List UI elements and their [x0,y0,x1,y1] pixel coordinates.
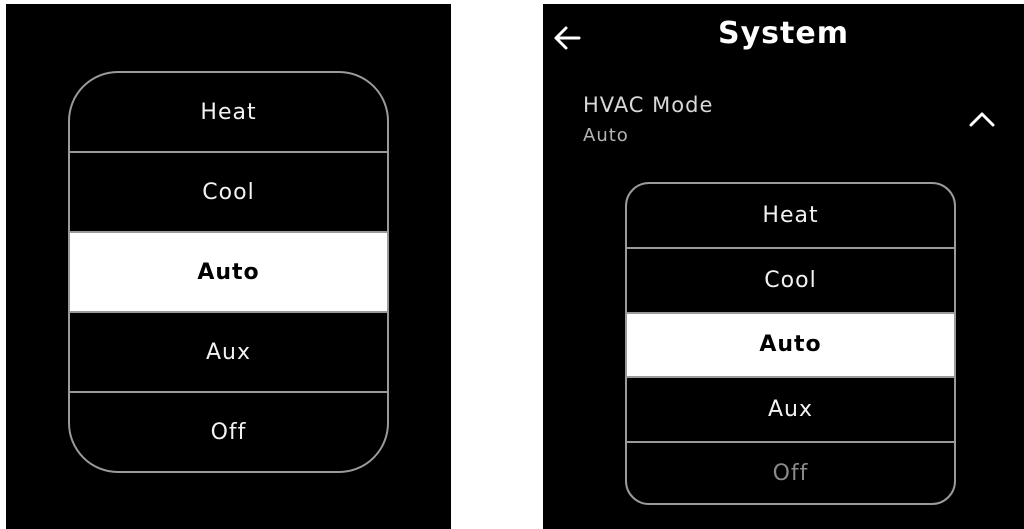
collapse-button[interactable] [967,108,997,130]
mode-option-heat[interactable]: Heat [70,73,387,151]
hvac-mode-picker-panel: Heat Cool Auto Aux Off [6,4,451,529]
chevron-up-icon [969,112,995,127]
mode-option-cool[interactable]: Cool [70,151,387,231]
page-title: System [718,16,849,51]
system-settings-panel: System HVAC Mode Auto Heat Cool Auto Aux… [543,4,1024,529]
mode-option-off[interactable]: Off [70,391,387,471]
dropdown-option-auto[interactable]: Auto [627,311,954,376]
hvac-mode-label[interactable]: HVAC Mode [583,93,713,117]
dropdown-option-off[interactable]: Off [627,440,954,504]
mode-option-auto[interactable]: Auto [70,231,387,311]
dropdown-option-aux[interactable]: Aux [627,376,954,441]
mode-options-dropdown: Heat Cool Auto Aux Off [625,182,956,505]
dropdown-option-cool[interactable]: Cool [627,247,954,312]
dropdown-option-heat[interactable]: Heat [627,184,954,247]
mode-options-list: Heat Cool Auto Aux Off [68,71,389,473]
mode-option-aux[interactable]: Aux [70,311,387,391]
hvac-mode-value: Auto [583,125,629,146]
